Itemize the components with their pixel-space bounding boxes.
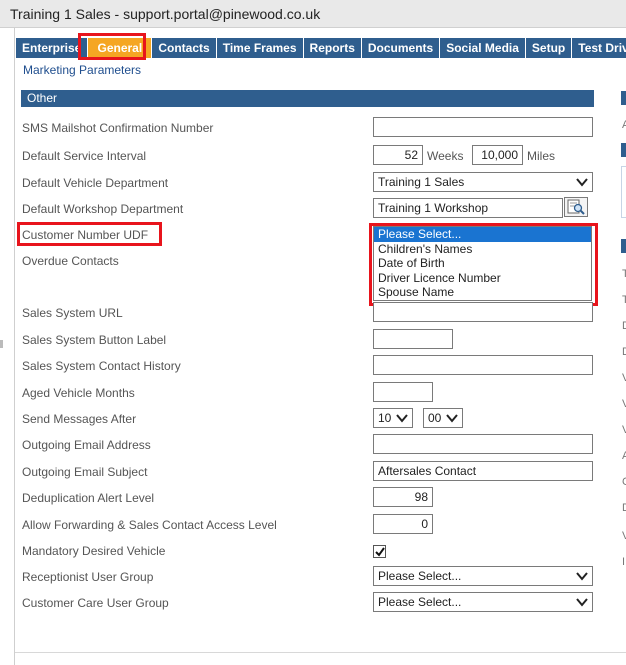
customer-care-group-value: Please Select...: [378, 595, 462, 609]
service-interval-weeks-input[interactable]: 52: [373, 145, 423, 165]
label-sales-system-history: Sales System Contact History: [22, 359, 181, 373]
right-panel-header: [621, 143, 626, 157]
send-after-minute-select[interactable]: 00: [423, 408, 463, 428]
outgoing-email-address-input[interactable]: [373, 434, 593, 454]
right-panel-text: V: [622, 530, 626, 542]
right-panel-text: T: [622, 268, 626, 280]
tab-test-drive[interactable]: Test Drive: [572, 38, 626, 58]
vehicle-department-select[interactable]: Training 1 Sales: [373, 172, 593, 192]
deduplication-alert-input[interactable]: 98: [373, 487, 433, 507]
tab-time-frames[interactable]: Time Frames: [216, 38, 304, 58]
tab-contacts[interactable]: Contacts: [152, 38, 217, 58]
window-title: Training 1 Sales - support.portal@pinewo…: [10, 6, 321, 22]
right-panel-text: V: [622, 424, 626, 436]
right-panel-text: V: [622, 372, 626, 384]
service-interval-miles-input[interactable]: 10,000: [472, 145, 523, 165]
label-sales-system-button: Sales System Button Label: [22, 333, 167, 347]
workshop-lookup-button[interactable]: [564, 197, 588, 217]
sms-mailshot-input[interactable]: [373, 117, 593, 137]
label-send-messages-after: Send Messages After: [22, 412, 137, 426]
miles-unit-label: Miles: [527, 149, 556, 163]
label-customer-care-group: Customer Care User Group: [22, 596, 169, 610]
right-panel-header: [621, 239, 626, 253]
allow-forwarding-input[interactable]: 0: [373, 514, 433, 534]
right-panel-text: I: [622, 556, 626, 568]
footer-divider: [15, 652, 626, 653]
section-header-other: Other: [21, 90, 594, 107]
subtab-marketing-parameters[interactable]: Marketing Parameters: [23, 63, 141, 77]
workshop-department-input[interactable]: Training 1 Workshop: [373, 198, 563, 218]
label-outgoing-email-address: Outgoing Email Address: [22, 438, 151, 452]
vehicle-department-value: Training 1 Sales: [378, 175, 465, 189]
tab-reports[interactable]: Reports: [303, 38, 362, 58]
right-panel-box: [621, 166, 626, 218]
right-panel-header: [621, 91, 626, 105]
right-panel-text: D: [622, 346, 626, 358]
window-titlebar: Training 1 Sales - support.portal@pinewo…: [0, 0, 626, 28]
right-panel-text: A: [622, 450, 626, 462]
right-panel-text: C: [622, 476, 626, 488]
sales-system-history-input[interactable]: [373, 355, 593, 375]
checkmark-icon: [375, 547, 385, 557]
chevron-down-icon: [576, 598, 588, 607]
tab-setup[interactable]: Setup: [525, 38, 573, 58]
sales-system-button-input[interactable]: [373, 329, 453, 349]
label-mandatory-desired-vehicle: Mandatory Desired Vehicle: [22, 544, 166, 558]
resize-grip[interactable]: [0, 340, 3, 348]
right-panel-text: T: [622, 294, 626, 306]
send-after-hour-value: 10: [378, 411, 392, 425]
label-sms-mailshot: SMS Mailshot Confirmation Number: [22, 121, 214, 135]
mandatory-desired-vehicle-checkbox[interactable]: [373, 545, 386, 558]
label-aged-vehicle-months: Aged Vehicle Months: [22, 386, 135, 400]
aged-vehicle-months-input[interactable]: [373, 382, 433, 402]
chevron-down-icon: [576, 572, 588, 581]
label-service-interval: Default Service Interval: [22, 149, 147, 163]
label-workshop-department: Default Workshop Department: [22, 202, 184, 216]
label-outgoing-email-subject: Outgoing Email Subject: [22, 465, 148, 479]
outgoing-email-subject-input[interactable]: Aftersales Contact: [373, 461, 593, 481]
weeks-unit-label: Weeks: [427, 149, 464, 163]
label-overdue-contacts: Overdue Contacts: [22, 254, 119, 268]
label-vehicle-department: Default Vehicle Department: [22, 176, 169, 190]
right-panel-text: V: [622, 398, 626, 410]
udf-listbox-highlight: [369, 223, 598, 306]
chevron-down-icon: [396, 414, 408, 423]
chevron-down-icon: [576, 178, 588, 187]
right-panel-text: A: [622, 119, 626, 131]
sales-system-url-input[interactable]: [373, 302, 593, 322]
customer-number-udf-label-highlight: [17, 222, 162, 246]
send-after-minute-value: 00: [428, 411, 442, 425]
tab-documents[interactable]: Documents: [361, 38, 441, 58]
receptionist-group-value: Please Select...: [378, 569, 462, 583]
chevron-down-icon: [446, 414, 458, 423]
label-sales-system-url: Sales System URL: [22, 306, 123, 320]
right-panel-text: D: [622, 320, 626, 332]
tab-social-media[interactable]: Social Media: [440, 38, 526, 58]
magnifier-document-icon: [567, 199, 585, 215]
general-tab-highlight: [78, 33, 146, 60]
label-allow-forwarding: Allow Forwarding & Sales Contact Access …: [22, 518, 277, 532]
receptionist-group-select[interactable]: Please Select...: [373, 566, 593, 586]
label-deduplication-alert: Deduplication Alert Level: [22, 491, 155, 505]
send-after-hour-select[interactable]: 10: [373, 408, 413, 428]
customer-care-group-select[interactable]: Please Select...: [373, 592, 593, 612]
label-receptionist-group: Receptionist User Group: [22, 570, 154, 584]
right-panel-text: D: [622, 502, 626, 514]
